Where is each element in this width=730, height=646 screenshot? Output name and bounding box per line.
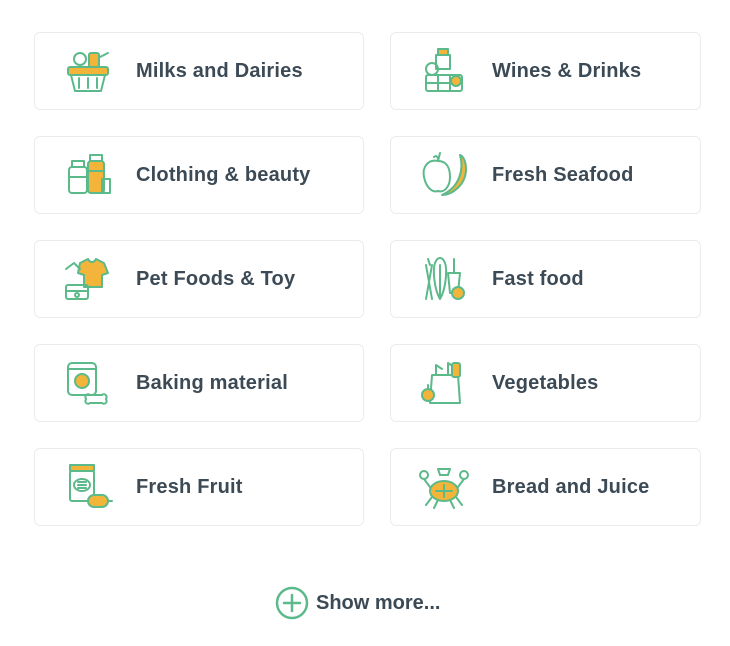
category-label: Pet Foods & Toy bbox=[136, 267, 296, 290]
crab-icon bbox=[418, 461, 470, 513]
category-label: Fast food bbox=[492, 267, 584, 290]
show-more-label: Show more... bbox=[316, 591, 441, 614]
category-card-milks-and-dairies[interactable]: Milks and Dairies bbox=[34, 32, 364, 110]
category-card-fresh-seafood[interactable]: Fresh Seafood bbox=[390, 136, 701, 214]
pet-food-can-icon bbox=[62, 357, 114, 409]
category-card-fresh-fruit[interactable]: Fresh Fruit bbox=[34, 448, 364, 526]
jars-icon bbox=[62, 149, 114, 201]
category-card-pet-foods-toy[interactable]: Pet Foods & Toy bbox=[34, 240, 364, 318]
category-label: Fresh Fruit bbox=[136, 475, 243, 498]
category-label: Baking material bbox=[136, 371, 288, 394]
drinks-icon bbox=[418, 45, 470, 97]
category-label: Milks and Dairies bbox=[136, 59, 303, 82]
basket-icon bbox=[62, 45, 114, 97]
category-card-fast-food[interactable]: Fast food bbox=[390, 240, 701, 318]
category-card-clothing-beauty[interactable]: Clothing & beauty bbox=[34, 136, 364, 214]
grocery-bag-icon bbox=[418, 357, 470, 409]
category-grid: Milks and Dairies Wines & Drinks Clothin… bbox=[34, 32, 701, 526]
vegetables-icon bbox=[418, 253, 470, 305]
category-label: Vegetables bbox=[492, 371, 599, 394]
category-card-bread-and-juice[interactable]: Bread and Juice bbox=[390, 448, 701, 526]
plus-circle-icon bbox=[274, 585, 310, 621]
category-label: Bread and Juice bbox=[492, 475, 650, 498]
category-label: Wines & Drinks bbox=[492, 59, 642, 82]
category-card-vegetables[interactable]: Vegetables bbox=[390, 344, 701, 422]
category-card-wines-drinks[interactable]: Wines & Drinks bbox=[390, 32, 701, 110]
snack-bag-icon bbox=[62, 461, 114, 513]
category-label: Clothing & beauty bbox=[136, 163, 311, 186]
fruit-icon bbox=[418, 149, 470, 201]
category-label: Fresh Seafood bbox=[492, 163, 634, 186]
category-card-baking-material[interactable]: Baking material bbox=[34, 344, 364, 422]
pet-clothes-icon bbox=[62, 253, 114, 305]
show-more-button[interactable]: Show more... bbox=[274, 585, 440, 621]
